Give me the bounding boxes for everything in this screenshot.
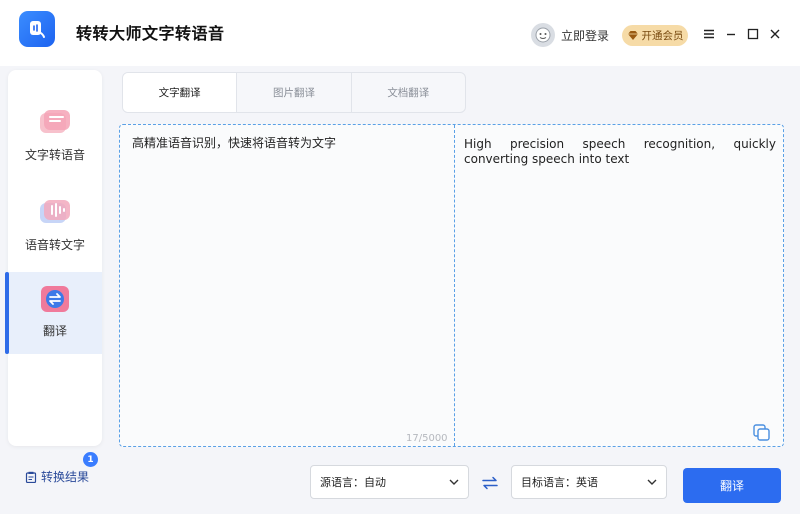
speech-to-text-icon xyxy=(40,200,70,223)
sidebar-item-label: 翻译 xyxy=(42,324,67,338)
target-language-select[interactable]: 目标语言：英语 xyxy=(511,465,667,499)
sidebar-item-speech-to-text[interactable]: 语音转文字 xyxy=(8,194,102,278)
translate-icon xyxy=(41,286,69,312)
vip-button[interactable]: 开通会员 xyxy=(622,25,688,46)
results-label: 转换结果 xyxy=(41,470,90,484)
source-text-input[interactable]: 高精准语音识别，快速将语音转为文字 xyxy=(132,135,442,152)
target-language-value: 目标语言：英语 xyxy=(521,476,598,489)
diamond-icon xyxy=(627,31,638,40)
editor-divider xyxy=(454,125,455,446)
close-icon[interactable] xyxy=(767,26,783,42)
tab-text-translation[interactable]: 文字翻译 xyxy=(123,73,238,112)
copy-icon[interactable] xyxy=(752,423,772,443)
sidebar-item-text-to-speech[interactable]: 文字转语音 xyxy=(8,104,102,188)
app-logo-icon xyxy=(19,11,55,47)
app-title: 转转大师文字转语音 xyxy=(76,24,225,43)
sidebar-item-label: 文字转语音 xyxy=(24,148,85,162)
tab-image-translation[interactable]: 图片翻译 xyxy=(237,73,352,112)
vip-label: 开通会员 xyxy=(641,30,684,42)
sidebar: 文字转语音 语音转文字 翻译 xyxy=(5,70,102,446)
translate-button[interactable]: 翻译 xyxy=(683,468,781,503)
char-count: 17/5000 xyxy=(406,433,448,444)
title-bar: 转转大师文字转语音 立即登录 开通会员 xyxy=(0,0,800,66)
chevron-down-icon xyxy=(647,479,657,485)
avatar-icon xyxy=(531,23,555,47)
translation-editor: 高精准语音识别，快速将语音转为文字 17/5000 High precision… xyxy=(119,124,784,447)
results-count-badge: 1 xyxy=(83,452,98,467)
source-language-select[interactable]: 源语言：自动 xyxy=(310,465,469,499)
login-label: 立即登录 xyxy=(561,28,610,43)
source-language-value: 源语言：自动 xyxy=(320,476,386,489)
maximize-icon[interactable] xyxy=(745,26,761,42)
translation-tabs: 文字翻译 图片翻译 文档翻译 xyxy=(122,72,466,113)
text-to-speech-icon xyxy=(40,110,70,133)
clipboard-icon xyxy=(25,471,37,483)
target-text-output: High precision speech recognition, quick… xyxy=(464,137,776,166)
chevron-down-icon xyxy=(449,479,459,485)
results-link[interactable]: 转换结果 xyxy=(25,468,89,485)
menu-icon[interactable] xyxy=(701,26,717,42)
sidebar-item-translate[interactable]: 翻译 xyxy=(5,272,102,354)
login-button[interactable]: 立即登录 xyxy=(531,22,609,48)
minimize-icon[interactable] xyxy=(723,26,739,42)
swap-languages-icon[interactable] xyxy=(482,475,498,490)
tab-document-translation[interactable]: 文档翻译 xyxy=(352,73,465,112)
sidebar-item-label: 语音转文字 xyxy=(24,238,85,252)
